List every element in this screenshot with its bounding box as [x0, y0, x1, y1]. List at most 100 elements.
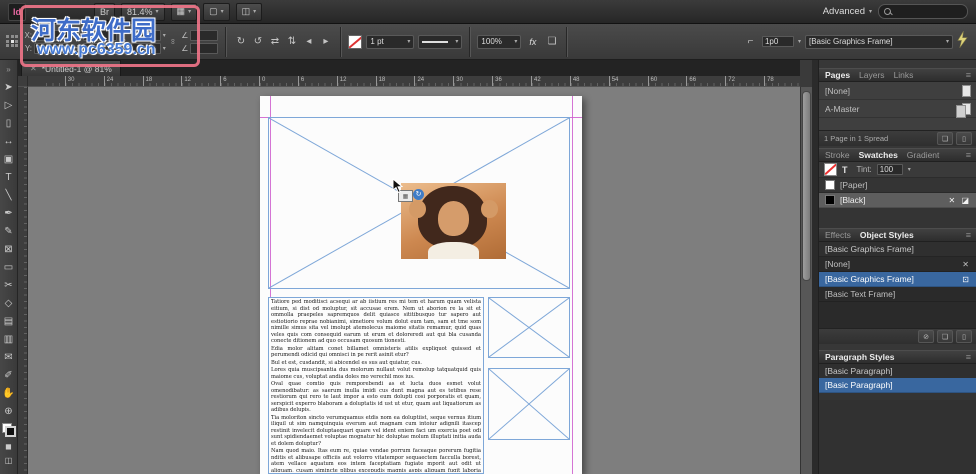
- search-box[interactable]: [878, 4, 968, 19]
- current-paragraph-style[interactable]: [Basic Paragraph]: [819, 364, 976, 379]
- rotate-cw-icon[interactable]: ↻: [233, 35, 248, 49]
- edit-badge-icon[interactable]: ↻: [413, 189, 424, 200]
- page-row[interactable]: A-Master: [819, 100, 976, 118]
- eyedropper-tool[interactable]: ✐: [1, 366, 17, 384]
- search-input[interactable]: [895, 7, 951, 16]
- swatches-panel-tab[interactable]: Swatches: [859, 150, 898, 160]
- new-style-icon[interactable]: ❏: [937, 330, 953, 343]
- scale-x-field[interactable]: [130, 29, 161, 41]
- text-frame-main[interactable]: Tatiore ped moditisci acsequi ar ab iist…: [268, 297, 484, 474]
- y-position-field[interactable]: [34, 42, 68, 54]
- select-previous-icon[interactable]: ◂: [301, 35, 316, 49]
- vertical-scrollbar[interactable]: [800, 87, 812, 474]
- rotation-field[interactable]: [190, 29, 219, 41]
- page-tool[interactable]: ▯: [1, 114, 17, 132]
- delete-style-icon[interactable]: ▯: [956, 330, 972, 343]
- stroke-weight-dropdown[interactable]: 1 pt ▾: [366, 34, 415, 49]
- width-field[interactable]: [83, 29, 117, 41]
- gradient-swatch-tool[interactable]: ▤: [1, 312, 17, 330]
- scale-y-field[interactable]: [130, 42, 161, 54]
- view-options-button[interactable]: ▦ ▾: [170, 2, 198, 21]
- reference-point-proxy[interactable]: [6, 35, 19, 48]
- apply-color-icon[interactable]: ◼: [1, 439, 17, 453]
- panel-menu-icon[interactable]: ≡: [966, 70, 971, 80]
- paragraph-styles-title[interactable]: Paragraph Styles: [825, 352, 894, 362]
- text-color-icon[interactable]: T: [842, 165, 848, 175]
- graphics-frame-large[interactable]: ▦ ↻: [268, 117, 570, 289]
- screen-mode-icon[interactable]: ◫: [1, 453, 17, 467]
- graphics-frame-small-2[interactable]: [488, 368, 570, 440]
- content-collector-tool[interactable]: ▣: [1, 150, 17, 168]
- screen-mode-button[interactable]: ▢ ▾: [203, 2, 230, 21]
- zoom-tool[interactable]: ⊕: [1, 402, 17, 420]
- corner-radius-field[interactable]: 1p0: [761, 36, 794, 47]
- object-style-dropdown[interactable]: [Basic Graphics Frame] ▾: [805, 34, 953, 49]
- constrain-scale-icon[interactable]: ∞: [168, 39, 177, 45]
- selection-tool[interactable]: ➤: [1, 78, 17, 96]
- gradient-feather-tool[interactable]: ▥: [1, 330, 17, 348]
- scissors-tool[interactable]: ✂: [1, 276, 17, 294]
- object-styles-panel-tab[interactable]: Effects: [825, 230, 851, 240]
- note-tool[interactable]: ✉: [1, 348, 17, 366]
- fill-proxy-swatch[interactable]: [824, 163, 837, 176]
- quick-apply-icon[interactable]: [957, 30, 968, 53]
- object-style-row[interactable]: [Basic Text Frame]: [819, 287, 976, 302]
- panel-collapse-icon[interactable]: »: [6, 62, 10, 78]
- page-row[interactable]: [None]: [819, 82, 976, 100]
- type-tool[interactable]: T: [1, 168, 17, 186]
- effects-button[interactable]: fx: [525, 35, 540, 49]
- current-object-style[interactable]: [Basic Graphics Frame]: [819, 242, 976, 257]
- free-transform-tool[interactable]: ◇: [1, 294, 17, 312]
- rectangle-tool[interactable]: ▭: [1, 258, 17, 276]
- close-icon[interactable]: ✕: [30, 64, 37, 73]
- tint-field[interactable]: 100: [876, 164, 903, 175]
- graphics-frame-small-1[interactable]: [488, 297, 570, 358]
- hand-tool[interactable]: ✋: [1, 384, 17, 402]
- paragraph-style-row[interactable]: [Basic Paragraph]: [819, 378, 976, 393]
- corner-options-icon[interactable]: ⌐: [743, 35, 758, 49]
- pencil-tool[interactable]: ✎: [1, 222, 17, 240]
- x-position-field[interactable]: [34, 29, 68, 41]
- rectangle-frame-tool[interactable]: ⊠: [1, 240, 17, 258]
- object-style-row[interactable]: [Basic Graphics Frame] ⊡: [819, 272, 976, 287]
- pages-panel-tab[interactable]: Layers: [859, 70, 885, 80]
- drop-shadow-button[interactable]: ❏: [544, 35, 559, 49]
- swatch-row[interactable]: [Black] ✕ ◪: [819, 193, 976, 208]
- height-field[interactable]: [83, 42, 117, 54]
- stroke-type-dropdown[interactable]: ▾: [418, 34, 463, 49]
- direct-selection-tool[interactable]: ▷: [1, 96, 17, 114]
- select-next-icon[interactable]: ▸: [318, 35, 333, 49]
- arrange-documents-button[interactable]: ◫ ▾: [235, 2, 263, 21]
- stroke-color-swatch[interactable]: [348, 34, 363, 49]
- fill-stroke-swatches[interactable]: [1, 423, 16, 437]
- document-tab[interactable]: ✕ *Untitled-1 @ 81%: [21, 60, 121, 76]
- zoom-level-dropdown[interactable]: 81.4% ▾: [121, 2, 165, 21]
- opacity-dropdown[interactable]: 100% ▾: [477, 34, 522, 49]
- vertical-ruler[interactable]: [18, 87, 28, 474]
- stroke-swatch[interactable]: [4, 426, 16, 437]
- bridge-button[interactable]: Br: [94, 2, 115, 21]
- swatches-panel-tab[interactable]: Stroke: [825, 150, 850, 160]
- panel-menu-icon[interactable]: ≡: [966, 352, 971, 362]
- line-tool[interactable]: ╲: [1, 186, 17, 204]
- panel-menu-icon[interactable]: ≡: [966, 230, 971, 240]
- pasteboard[interactable]: ▦ ↻ Tatiore ped moditisci acsequi ar ab …: [28, 87, 800, 474]
- horizontal-ruler[interactable]: 30 24 18 12 6 0 6 12 18 24 30 36 42 48 54 60 66 72 78: [18, 76, 800, 87]
- pages-panel-tab[interactable]: Pages: [825, 70, 850, 80]
- swatch-row[interactable]: [Paper]: [819, 178, 976, 193]
- clear-overrides-icon[interactable]: ⊘: [918, 330, 934, 343]
- swatches-panel-tab[interactable]: Gradient: [907, 150, 940, 160]
- delete-page-icon[interactable]: ▯: [956, 132, 972, 145]
- scrollbar-thumb[interactable]: [802, 91, 811, 281]
- flip-vertical-icon[interactable]: ⇅: [284, 35, 299, 49]
- rotate-ccw-icon[interactable]: ↺: [250, 35, 265, 49]
- pages-panel-tab[interactable]: Links: [894, 70, 914, 80]
- workspace-switcher[interactable]: Advanced ▾: [823, 6, 872, 17]
- panel-menu-icon[interactable]: ≡: [966, 150, 971, 160]
- shear-field[interactable]: [190, 42, 219, 54]
- pen-tool[interactable]: ✒: [1, 204, 17, 222]
- gap-tool[interactable]: ↔: [1, 132, 17, 150]
- object-styles-panel-tab[interactable]: Object Styles: [860, 230, 914, 240]
- ruler-origin-corner[interactable]: [18, 76, 28, 87]
- new-spread-icon[interactable]: ❏: [937, 132, 953, 145]
